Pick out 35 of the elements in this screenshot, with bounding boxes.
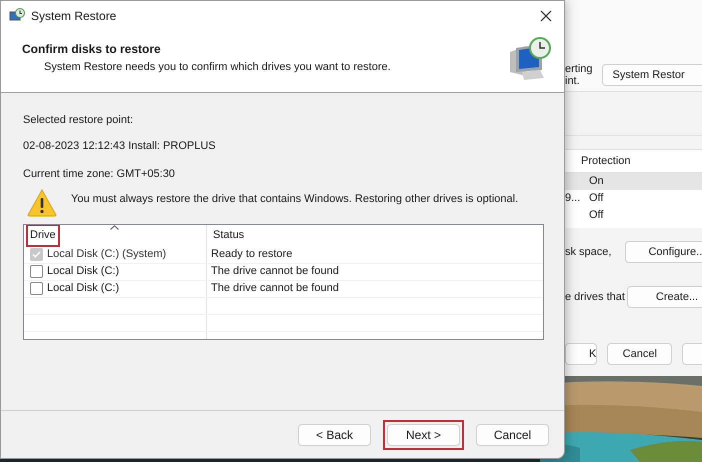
table-cell-text: Local Disk (C:) (System) xyxy=(47,247,166,262)
label-fragment: erting xyxy=(565,63,593,75)
warning-message: You must always restore the drive that contains Windows. Restoring other drives is optional. xyxy=(71,192,518,206)
table-cell-text: On xyxy=(588,174,604,190)
column-header[interactable]: Drive xyxy=(28,226,58,245)
table-cell-text: The drive cannot be found xyxy=(211,264,339,280)
checkmark-icon xyxy=(32,250,41,259)
page-description: System Restore needs you to confirm which drives you want to restore. xyxy=(43,60,392,75)
label-fragment: int. xyxy=(565,75,581,87)
page-heading: Confirm disks to restore xyxy=(22,41,162,58)
restore-point-label: Selected restore point: xyxy=(23,113,134,128)
cancel-button[interactable]: Cancel xyxy=(607,343,672,365)
table-cell-text: Ready to restore xyxy=(211,247,292,262)
warning-icon xyxy=(27,188,57,216)
table-cell-text: Off xyxy=(588,208,604,224)
label-fragment: sk space, xyxy=(565,244,612,260)
create-button[interactable]: Create... xyxy=(626,286,702,308)
table-cell-text: The drive cannot be found xyxy=(211,281,339,296)
table-cell-text: Off xyxy=(588,191,604,206)
next-button[interactable]: Next > xyxy=(383,420,464,450)
ok-button[interactable]: K xyxy=(565,343,598,365)
table-cell-text: Local Disk (C:) xyxy=(47,264,120,280)
window-title: System Restore xyxy=(31,8,118,25)
close-icon[interactable] xyxy=(540,10,552,22)
system-restore-button[interactable]: System Restor xyxy=(602,64,702,86)
checkbox[interactable] xyxy=(30,282,43,295)
table-cell-text: Local Disk (C:) xyxy=(47,281,120,296)
restore-point-value: 02-08-2023 12:12:43 Install: PROPLUS xyxy=(23,138,217,154)
checkbox[interactable] xyxy=(30,265,43,278)
label-fragment: e drives that xyxy=(565,290,625,305)
column-header[interactable]: Status xyxy=(211,226,246,245)
table-cell: 9... xyxy=(565,192,580,204)
time-zone-text: Current time zone: GMT+05:30 xyxy=(23,167,176,182)
column-header: Protection xyxy=(581,154,631,169)
configure-button[interactable]: Configure.. xyxy=(625,241,702,263)
